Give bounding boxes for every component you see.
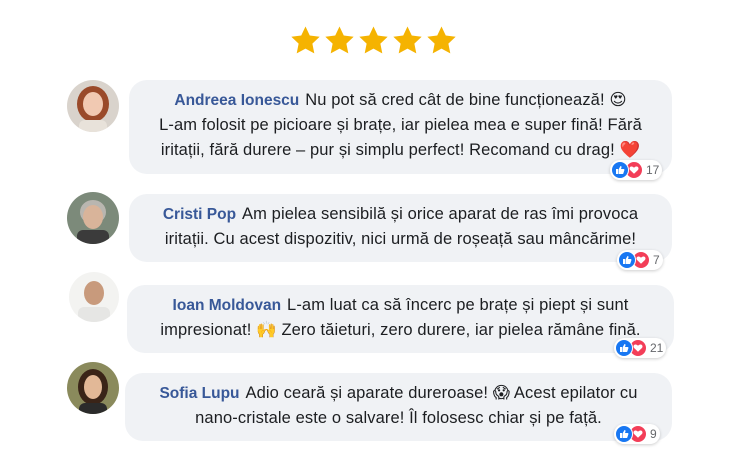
like-icon [615, 425, 633, 443]
reaction-count: 21 [650, 341, 664, 355]
star-icon [325, 26, 354, 54]
avatar[interactable] [69, 272, 119, 322]
comment-text: Nu pot să cred cât de bine funcționează!… [305, 91, 627, 109]
reaction-counter[interactable]: 7 [617, 250, 663, 270]
comment-text: impresionat! 🙌 Zero tăieturi, zero durer… [160, 321, 641, 339]
avatar[interactable] [67, 362, 119, 414]
comment-bubble: Sofia Lupu Adio ceară și aparate dureroas… [125, 373, 672, 441]
comment-bubble: Cristi Pop Am pielea sensibilă și orice a… [129, 194, 672, 262]
reaction-counter[interactable]: 9 [614, 424, 660, 444]
reaction-count: 17 [646, 163, 660, 177]
commenter-name[interactable]: Ioan Moldovan [173, 297, 282, 314]
star-icon [291, 26, 320, 54]
commenter-name[interactable]: Andreea Ionescu [174, 92, 299, 109]
reaction-count: 9 [650, 427, 657, 441]
man-bald-avatar [69, 272, 119, 322]
reaction-count: 7 [653, 253, 660, 267]
star-icon [427, 26, 456, 54]
like-icon [615, 339, 633, 357]
comment-text: iritații. Cu acest dispozitiv, nici urmă… [164, 230, 637, 248]
commenter-name[interactable]: Cristi Pop [163, 206, 236, 223]
commenter-name[interactable]: Sofia Lupu [159, 385, 239, 402]
comment-text: L-am luat ca să încerc pe brațe și piept… [287, 296, 629, 314]
comment-text: nano-cristale este o salvare! Îl foloses… [195, 409, 602, 427]
like-icon [611, 161, 629, 179]
like-icon [618, 251, 636, 269]
man-grey-hair-avatar [67, 192, 119, 244]
avatar[interactable] [67, 80, 119, 132]
star-icon [393, 26, 422, 54]
comment-bubble: Ioan Moldovan L-am luat ca să încerc pe b… [127, 285, 674, 353]
reaction-counter[interactable]: 21 [614, 338, 667, 358]
woman-dark-hair-avatar [67, 362, 119, 414]
woman-red-hair-avatar [67, 80, 119, 132]
comment-text: Adio ceară și aparate dureroase! 😱 Acest… [245, 384, 638, 402]
avatar[interactable] [67, 192, 119, 244]
comment-bubble: Andreea Ionescu Nu pot să cred cât de bin… [129, 80, 672, 174]
comment-text: iritații, fără durere – pur și simplu pe… [160, 141, 641, 159]
star-icon [359, 26, 388, 54]
star-rating [0, 24, 747, 58]
reaction-counter[interactable]: 17 [610, 160, 663, 180]
comment-text: Am pielea sensibilă și orice aparat de r… [242, 205, 639, 223]
comment-text: L-am folosit pe picioare și brațe, iar p… [159, 116, 642, 134]
